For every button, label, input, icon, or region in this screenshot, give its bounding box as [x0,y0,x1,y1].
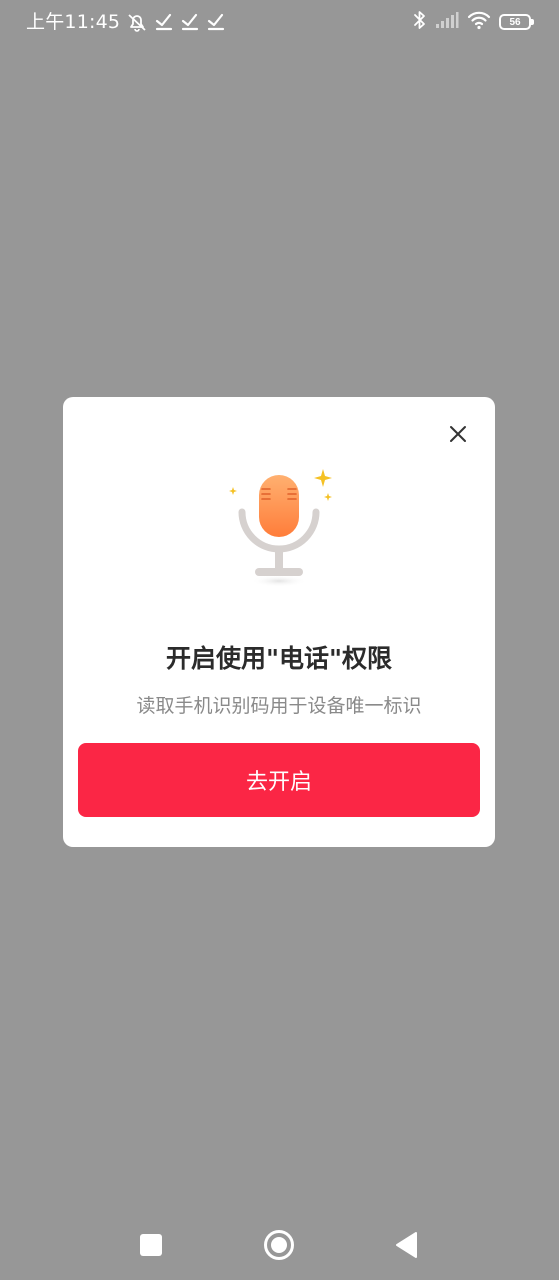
status-left: 上午11:45 [26,9,226,35]
permission-dialog: 开启使用"电话"权限 读取手机识别码用于设备唯一标识 去开启 [63,397,495,847]
check-icon [206,13,226,31]
status-right: 56 [413,10,534,34]
back-triangle-icon[interactable] [390,1228,424,1262]
microphone-icon [223,465,335,587]
wifi-icon [467,10,491,34]
status-time: 上午11:45 [26,11,121,33]
check-icon [180,13,200,31]
check-icon [154,13,174,31]
home-circle-icon[interactable] [262,1228,296,1262]
alarm-off-icon [126,12,148,32]
recents-square-icon[interactable] [134,1228,168,1262]
signal-icon [435,11,459,33]
bluetooth-icon [413,10,427,34]
navigation-bar [0,1210,559,1280]
dialog-title: 开启使用"电话"权限 [165,644,393,673]
status-bar: 上午11:45 56 [0,0,559,44]
dialog-subtitle: 读取手机识别码用于设备唯一标识 [136,695,422,717]
enable-permission-button[interactable]: 去开启 [78,743,480,817]
close-icon[interactable] [445,421,471,447]
battery-icon: 56 [499,14,534,30]
